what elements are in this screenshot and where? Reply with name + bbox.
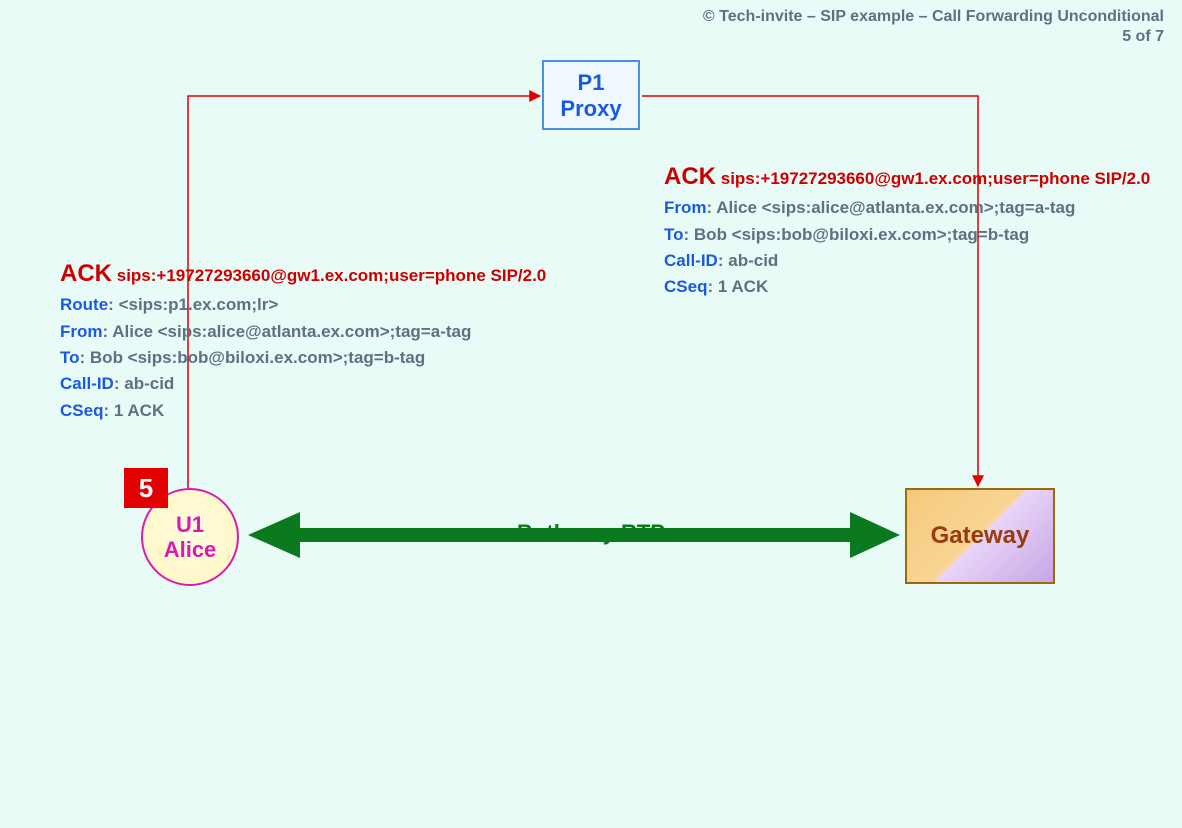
hdr-value: ab-cid xyxy=(728,251,778,270)
hdr-value: Bob <sips:bob@biloxi.ex.com>;tag=b-tag xyxy=(90,348,425,367)
hdr-value: ab-cid xyxy=(124,374,174,393)
proxy-line2: Proxy xyxy=(544,96,638,122)
header-row: Route: <sips:p1.ex.com;lr> xyxy=(60,292,580,318)
hdr-name: To xyxy=(60,348,80,367)
hdr-name: To xyxy=(664,225,684,244)
hdr-value: 1 ACK xyxy=(114,401,164,420)
header-row: From: Alice <sips:alice@atlanta.ex.com>;… xyxy=(60,319,580,345)
header-row: CSeq: 1 ACK xyxy=(60,398,580,424)
header-row: To: Bob <sips:bob@biloxi.ex.com>;tag=b-t… xyxy=(60,345,580,371)
step-badge: 5 xyxy=(124,468,168,508)
copyright-line: © Tech-invite – SIP example – Call Forwa… xyxy=(703,8,1164,26)
header-row: Call-ID: ab-cid xyxy=(60,371,580,397)
hdr-name: Call-ID xyxy=(664,251,718,270)
hdr-name: CSeq xyxy=(664,277,707,296)
proxy-line1: P1 xyxy=(544,70,638,96)
header-row: CSeq: 1 ACK xyxy=(664,274,1174,300)
node-proxy: P1 Proxy xyxy=(542,60,640,130)
header-row: Call-ID: ab-cid xyxy=(664,248,1174,274)
request-uri: sips:+19727293660@gw1.ex.com;user=phone … xyxy=(721,169,1151,188)
request-line: ACK sips:+19727293660@gw1.ex.com;user=ph… xyxy=(664,158,1174,195)
sip-method: ACK xyxy=(664,163,716,190)
hdr-name: Call-ID xyxy=(60,374,114,393)
rtp-label: Both way RTP xyxy=(0,520,1182,546)
diagram-stage: © Tech-invite – SIP example – Call Forwa… xyxy=(0,0,1182,828)
hdr-value: 1 ACK xyxy=(718,277,768,296)
request-uri: sips:+19727293660@gw1.ex.com;user=phone … xyxy=(117,266,547,285)
hdr-value: <sips:p1.ex.com;lr> xyxy=(119,295,279,314)
hdr-name: Route xyxy=(60,295,108,314)
hdr-value: Bob <sips:bob@biloxi.ex.com>;tag=b-tag xyxy=(694,225,1029,244)
sip-msg-proxy-to-gateway: ACK sips:+19727293660@gw1.ex.com;user=ph… xyxy=(664,158,1174,301)
sip-msg-alice-to-proxy: ACK sips:+19727293660@gw1.ex.com;user=ph… xyxy=(60,255,580,424)
page-indicator: 5 of 7 xyxy=(703,28,1164,46)
header-row: From: Alice <sips:alice@atlanta.ex.com>;… xyxy=(664,195,1174,221)
copyright-block: © Tech-invite – SIP example – Call Forwa… xyxy=(703,8,1164,46)
request-line: ACK sips:+19727293660@gw1.ex.com;user=ph… xyxy=(60,255,580,292)
hdr-name: From xyxy=(60,322,103,341)
hdr-name: CSeq xyxy=(60,401,103,420)
hdr-value: Alice <sips:alice@atlanta.ex.com>;tag=a-… xyxy=(112,322,471,341)
hdr-value: Alice <sips:alice@atlanta.ex.com>;tag=a-… xyxy=(716,198,1075,217)
header-row: To: Bob <sips:bob@biloxi.ex.com>;tag=b-t… xyxy=(664,222,1174,248)
hdr-name: From xyxy=(664,198,707,217)
sip-method: ACK xyxy=(60,260,112,287)
